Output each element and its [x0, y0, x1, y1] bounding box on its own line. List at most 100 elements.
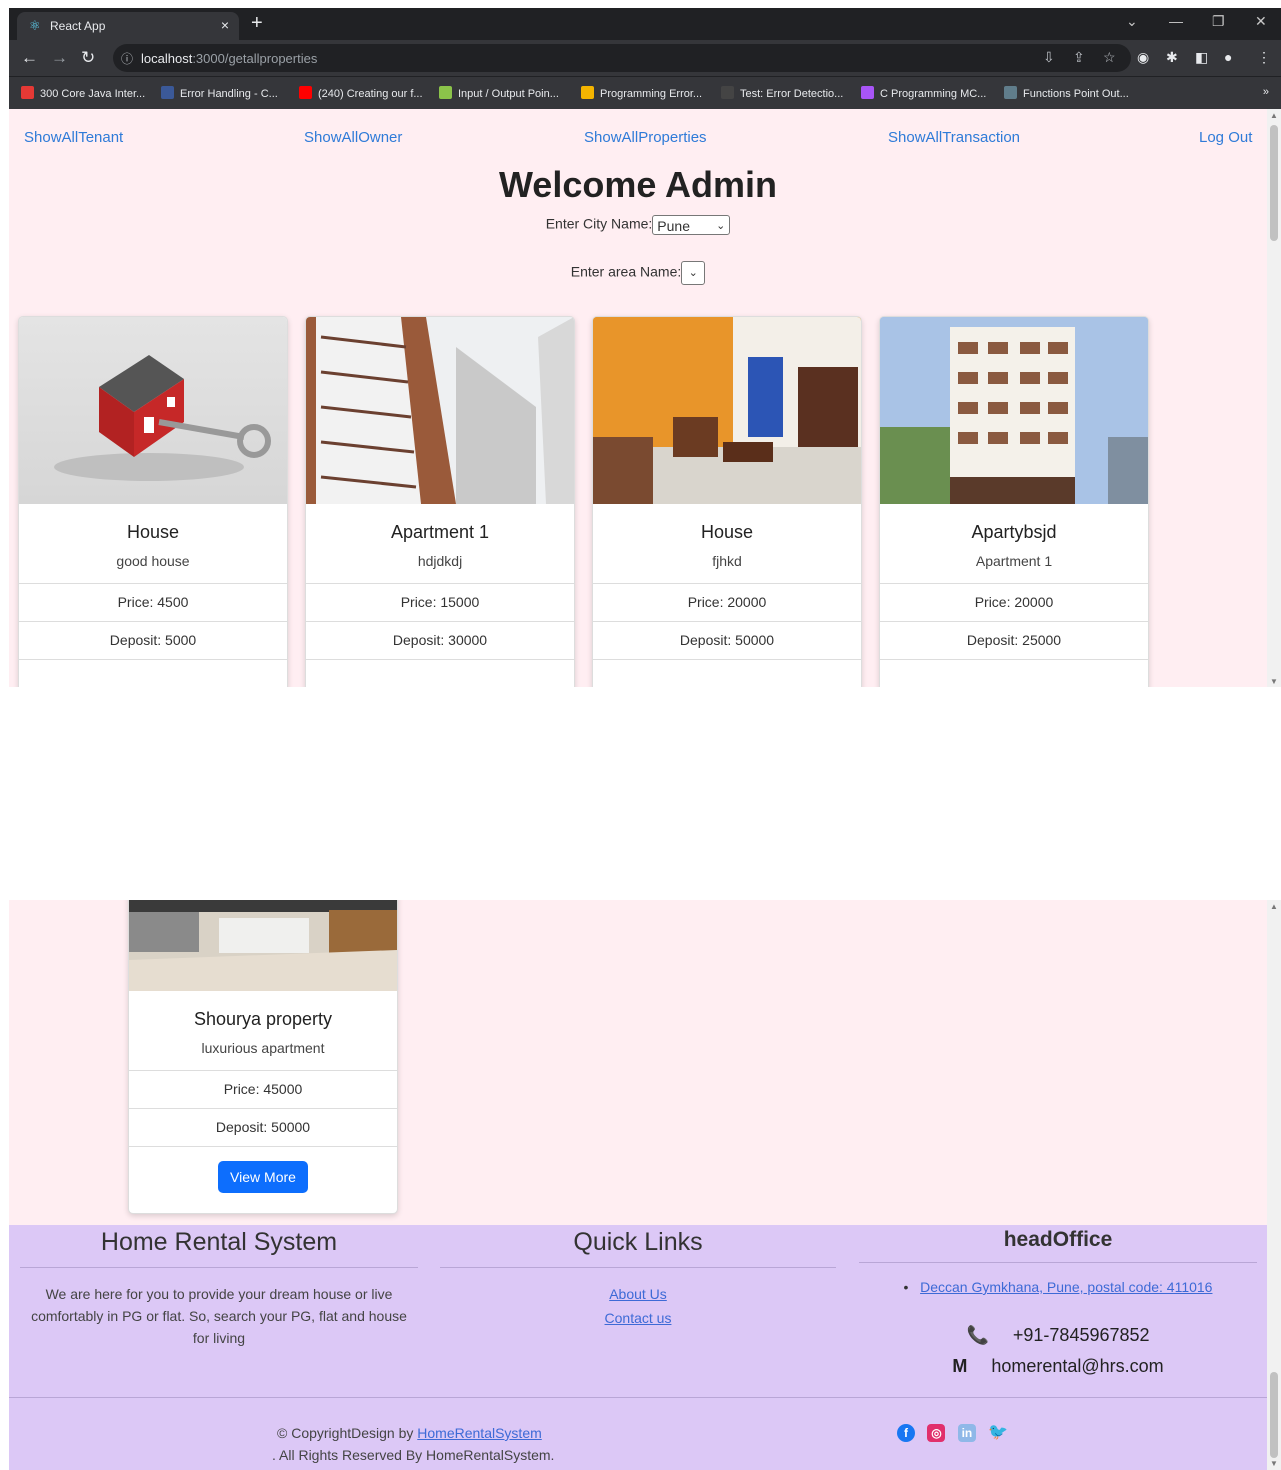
property-image — [19, 317, 287, 504]
property-title: Shourya property — [193, 1009, 333, 1029]
share-icon[interactable]: ⇪ — [1073, 49, 1085, 66]
address-link[interactable]: Deccan Gymkhana, Pune, postal code: 4110… — [920, 1279, 1212, 1295]
more-bookmarks-icon[interactable]: » — [1263, 86, 1269, 98]
property-deposit: Deposit: 50000 — [593, 621, 861, 659]
nav-log-out[interactable]: Log Out — [1199, 129, 1252, 146]
linkedin-icon[interactable]: in — [957, 1424, 976, 1442]
property-image — [593, 317, 861, 504]
about-us-link[interactable]: About Us — [440, 1286, 836, 1302]
city-select[interactable]: Pune ⌄ — [652, 215, 731, 235]
facebook-icon[interactable]: f — [897, 1424, 915, 1442]
bookmark-item[interactable]: (240) Creating our f... — [299, 86, 423, 100]
back-icon[interactable]: ← — [21, 48, 38, 68]
forward-icon[interactable]: → — [51, 48, 68, 68]
bookmark-item[interactable]: 300 Core Java Inter... — [21, 86, 145, 100]
contact-us-link[interactable]: Contact us — [440, 1310, 836, 1326]
address-bar[interactable]: ⓘ localhost:3000/getallproperties ⇩ ⇪ ☆ — [113, 44, 1131, 72]
browser-tab[interactable]: ⚛ React App × — [17, 12, 239, 40]
property-price: Price: 20000 — [593, 583, 861, 621]
restore-icon[interactable]: ❐ — [1212, 13, 1225, 30]
side-panel-icon[interactable]: ◧ — [1195, 49, 1208, 66]
toolbar: ← → ↻ ⓘ localhost:3000/getallproperties … — [9, 40, 1281, 76]
footer-quick-links: Quick Links About Us Contact us — [440, 1225, 836, 1326]
gmail-icon: M — [952, 1356, 968, 1376]
view-more-button[interactable]: View More — [218, 1161, 308, 1193]
scrollbar[interactable]: ▲ ▼ — [1267, 900, 1281, 1470]
property-card: House fjhkd Price: 20000 Deposit: 50000 — [592, 316, 862, 687]
property-image — [129, 900, 397, 991]
phone-icon: 📞 — [966, 1325, 989, 1345]
nav-show-all-transaction[interactable]: ShowAllTransaction — [888, 129, 1020, 146]
scrollbar-thumb[interactable] — [1270, 125, 1278, 241]
property-title: House — [126, 522, 180, 542]
footer-bottom: © CopyrightDesign by HomeRentalSystem . … — [9, 1397, 1267, 1470]
extensions-icon[interactable]: ✱ — [1166, 49, 1178, 66]
property-image — [880, 317, 1148, 504]
bookmark-star-icon[interactable]: ☆ — [1103, 49, 1116, 66]
react-icon: ⚛ — [29, 18, 41, 33]
address-item: • Deccan Gymkhana, Pune, postal code: 41… — [903, 1279, 1213, 1295]
nav-show-all-owner[interactable]: ShowAllOwner — [304, 129, 402, 146]
phone-row: 📞 +91-7845967852 — [966, 1325, 1150, 1345]
instagram-icon[interactable]: ◎ — [927, 1424, 946, 1442]
city-filter: Enter City Name: Pune ⌄ — [9, 215, 1267, 235]
property-title: House — [700, 522, 754, 542]
profile-avatar-icon[interactable]: ● — [1224, 49, 1232, 65]
site-icon — [581, 86, 594, 99]
property-card: House good house Price: 4500 Deposit: 50… — [18, 316, 288, 687]
footer-head-office: headOffice • Deccan Gymkhana, Pune, post… — [859, 1225, 1257, 1377]
copyright-link[interactable]: HomeRentalSystem — [417, 1425, 542, 1441]
property-card: Apartybsjd Apartment 1 Price: 20000 Depo… — [879, 316, 1149, 687]
reload-icon[interactable]: ↻ — [81, 48, 95, 68]
footer-brand-title: Home Rental System — [100, 1228, 338, 1256]
bookmark-item[interactable]: Programming Error... — [581, 86, 702, 100]
page-content: ShowAllTenant ShowAllOwner ShowAllProper… — [9, 109, 1281, 687]
quick-links-title: Quick Links — [573, 1228, 703, 1256]
nav-show-all-tenant[interactable]: ShowAllTenant — [24, 129, 123, 146]
property-price: Price: 15000 — [306, 583, 574, 621]
site-icon — [861, 86, 874, 99]
install-icon[interactable]: ⇩ — [1043, 49, 1055, 66]
bookmark-item[interactable]: Test: Error Detectio... — [721, 86, 843, 100]
copyright: © CopyrightDesign by HomeRentalSystem . … — [272, 1425, 555, 1463]
browser-window: ⚛ React App × + ⌄ — ❐ ✕ ← → ↻ ⓘ localhos… — [9, 8, 1281, 687]
scrollbar-thumb[interactable] — [1270, 1372, 1278, 1458]
bookmark-item[interactable]: Functions Point Out... — [1004, 86, 1129, 100]
property-deposit: Deposit: 25000 — [880, 621, 1148, 659]
tab-close-button[interactable]: × — [221, 17, 229, 33]
property-description: Apartment 1 — [975, 553, 1053, 569]
close-window-icon[interactable]: ✕ — [1255, 13, 1267, 30]
head-office-title: headOffice — [1003, 1228, 1113, 1251]
city-label: Enter City Name: — [545, 215, 653, 232]
footer-brand: Home Rental System We are here for you t… — [20, 1225, 418, 1349]
area-label: Enter area Name: — [570, 263, 682, 280]
property-card: Apartment 1 hdjdkdj Price: 15000 Deposit… — [305, 316, 575, 687]
bookmark-item[interactable]: Error Handling - C... — [161, 86, 278, 100]
grammarly-icon[interactable]: ◉ — [1137, 49, 1149, 66]
tab-search-icon[interactable]: ⌄ — [1126, 13, 1138, 30]
bookmarks-bar: » 300 Core Java Inter... Error Handling -… — [9, 76, 1281, 109]
footer: Home Rental System We are here for you t… — [9, 1225, 1267, 1470]
property-image — [306, 317, 574, 504]
menu-icon[interactable]: ⋮ — [1257, 49, 1271, 66]
bookmark-item[interactable]: Input / Output Poin... — [439, 86, 559, 100]
page-bottom: Shourya property luxurious apartment Pri… — [9, 900, 1281, 1470]
tab-strip: ⚛ React App × + ⌄ — ❐ ✕ — [9, 8, 1281, 40]
bookmark-item[interactable]: C Programming MC... — [861, 86, 986, 100]
minimize-icon[interactable]: — — [1169, 13, 1183, 29]
url-text: localhost:3000/getallproperties — [141, 51, 318, 66]
scroll-down-icon[interactable]: ▼ — [1270, 1459, 1278, 1468]
nav-show-all-properties[interactable]: ShowAllProperties — [584, 129, 707, 146]
scroll-up-icon[interactable]: ▲ — [1270, 902, 1278, 911]
tab-title: React App — [50, 19, 106, 33]
scroll-up-icon[interactable]: ▲ — [1270, 111, 1278, 120]
property-title: Apartybsjd — [971, 522, 1057, 542]
info-icon[interactable]: ⓘ — [121, 50, 133, 67]
new-tab-button[interactable]: + — [251, 13, 263, 33]
scrollbar[interactable]: ▲ ▼ — [1267, 109, 1281, 687]
area-select[interactable]: ⌄ — [681, 261, 706, 285]
footer-brand-text: We are here for you to provide your drea… — [31, 1286, 407, 1346]
scroll-down-icon[interactable]: ▼ — [1270, 677, 1278, 686]
property-deposit: Deposit: 5000 — [19, 621, 287, 659]
twitter-icon[interactable]: 🐦 — [988, 1424, 1008, 1442]
